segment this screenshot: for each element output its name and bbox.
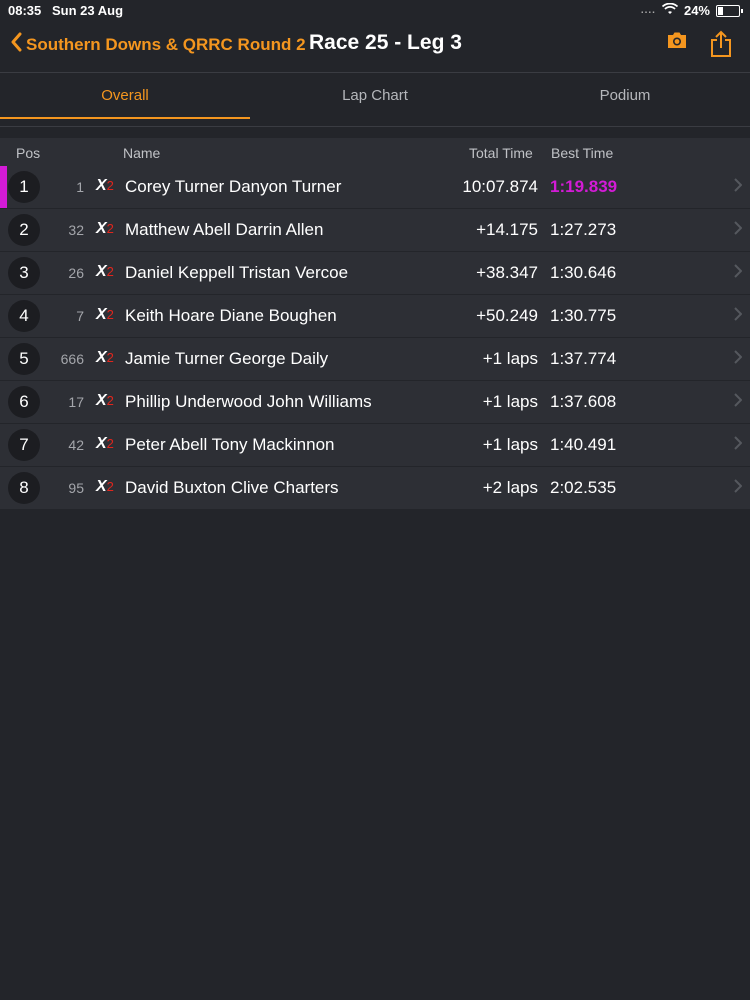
position-badge: 8	[8, 472, 40, 504]
class-badge: X2	[96, 478, 114, 495]
chevron-right-icon	[734, 436, 743, 455]
class-badge: X2	[96, 177, 114, 194]
total-time: +38.347	[476, 263, 538, 282]
driver-names: David Buxton Clive Charters	[125, 478, 339, 497]
car-number: 7	[76, 308, 84, 324]
chevron-right-icon	[734, 221, 743, 240]
best-time: 1:37.774	[550, 349, 617, 368]
car-number: 95	[68, 480, 84, 496]
nav-actions	[666, 30, 732, 63]
navigation-bar: Southern Downs & QRRC Round 2 Race 25 - …	[0, 22, 750, 73]
share-icon[interactable]	[710, 30, 732, 63]
wifi-icon	[661, 2, 679, 18]
best-time: 1:19.839	[550, 177, 618, 196]
table-row[interactable]: 4 7 X2 Keith Hoare Diane Boughen +50.249…	[0, 295, 750, 338]
results-table-header: Pos Name Total Time Best Time	[0, 138, 750, 166]
total-time: +1 laps	[482, 392, 538, 411]
header-best-time: Best Time	[551, 145, 614, 161]
header-pos: Pos	[16, 145, 41, 161]
total-time: 10:07.874	[462, 177, 538, 196]
segmented-tabs: Overall Lap Chart Podium	[0, 73, 750, 119]
table-row[interactable]: 3 26 X2 Daniel Keppell Tristan Vercoe +3…	[0, 252, 750, 295]
class-badge: X2	[96, 220, 114, 237]
table-row[interactable]: 2 32 X2 Matthew Abell Darrin Allen +14.1…	[0, 209, 750, 252]
car-number: 42	[68, 437, 84, 453]
total-time: +14.175	[476, 220, 538, 239]
status-bar: 08:35 Sun 23 Aug .... 24%	[0, 0, 750, 22]
camera-icon[interactable]	[666, 30, 688, 63]
chevron-right-icon	[734, 393, 743, 412]
table-row[interactable]: 6 17 X2 Phillip Underwood John Williams …	[0, 381, 750, 424]
driver-names: Jamie Turner George Daily	[125, 349, 329, 368]
table-row[interactable]: 1 1 X2 Corey Turner Danyon Turner 10:07.…	[0, 166, 750, 209]
chevron-right-icon	[734, 479, 743, 498]
total-time: +2 laps	[482, 478, 538, 497]
driver-names: Corey Turner Danyon Turner	[125, 177, 342, 196]
position-badge: 5	[8, 343, 40, 375]
battery-icon	[716, 4, 743, 17]
position-badge: 1	[8, 171, 40, 203]
driver-names: Matthew Abell Darrin Allen	[125, 220, 324, 239]
back-button[interactable]: Southern Downs & QRRC Round 2	[10, 32, 306, 57]
total-time: +50.249	[476, 306, 538, 325]
chevron-right-icon	[734, 178, 743, 197]
chevron-right-icon	[734, 264, 743, 283]
best-time: 1:37.608	[550, 392, 617, 411]
best-time: 1:27.273	[550, 220, 617, 239]
total-time: +1 laps	[482, 349, 538, 368]
class-badge: X2	[96, 435, 114, 452]
best-time: 1:40.491	[550, 435, 617, 454]
class-badge: X2	[96, 306, 114, 323]
tab-podium[interactable]: Podium	[500, 73, 750, 119]
position-badge: 2	[8, 214, 40, 246]
driver-names: Daniel Keppell Tristan Vercoe	[125, 263, 349, 282]
header-name: Name	[123, 145, 161, 161]
class-badge: X2	[96, 349, 114, 366]
best-time: 1:30.646	[550, 263, 617, 282]
chevron-left-icon	[10, 32, 26, 57]
results-table-body: 1 1 X2 Corey Turner Danyon Turner 10:07.…	[0, 166, 750, 510]
class-badge: X2	[96, 263, 114, 280]
best-time: 2:02.535	[550, 478, 617, 497]
driver-names: Peter Abell Tony Mackinnon	[125, 435, 335, 454]
table-row[interactable]: 5 666 X2 Jamie Turner George Daily +1 la…	[0, 338, 750, 381]
driver-names: Phillip Underwood John Williams	[125, 392, 372, 411]
car-number: 1	[76, 179, 84, 195]
car-number: 17	[68, 394, 84, 410]
position-badge: 6	[8, 386, 40, 418]
chevron-right-icon	[734, 350, 743, 369]
back-label: Southern Downs & QRRC Round 2	[26, 34, 306, 54]
total-time: +1 laps	[482, 435, 538, 454]
table-row[interactable]: 8 95 X2 David Buxton Clive Charters +2 l…	[0, 467, 750, 510]
position-badge: 7	[8, 429, 40, 461]
driver-names: Keith Hoare Diane Boughen	[125, 306, 337, 325]
chevron-right-icon	[734, 307, 743, 326]
car-number: 26	[68, 265, 84, 281]
status-time: 08:35	[8, 3, 42, 18]
position-badge: 3	[8, 257, 40, 289]
class-badge: X2	[96, 392, 114, 409]
car-number: 666	[60, 351, 84, 367]
status-date: Sun 23 Aug	[52, 3, 124, 18]
table-row[interactable]: 7 42 X2 Peter Abell Tony Mackinnon +1 la…	[0, 424, 750, 467]
tab-lap-chart[interactable]: Lap Chart	[250, 73, 500, 119]
position-badge: 4	[8, 300, 40, 332]
signal-icon: ....	[640, 5, 656, 16]
divider	[0, 126, 750, 127]
car-number: 32	[68, 222, 84, 238]
status-right: .... 24%	[640, 2, 743, 18]
battery-percent: 24%	[683, 3, 710, 18]
fastest-marker	[0, 166, 7, 208]
best-time: 1:30.775	[550, 306, 617, 325]
header-total-time: Total Time	[469, 145, 533, 161]
tab-overall[interactable]: Overall	[0, 73, 250, 119]
page-title: Race 25 - Leg 3	[309, 31, 462, 54]
